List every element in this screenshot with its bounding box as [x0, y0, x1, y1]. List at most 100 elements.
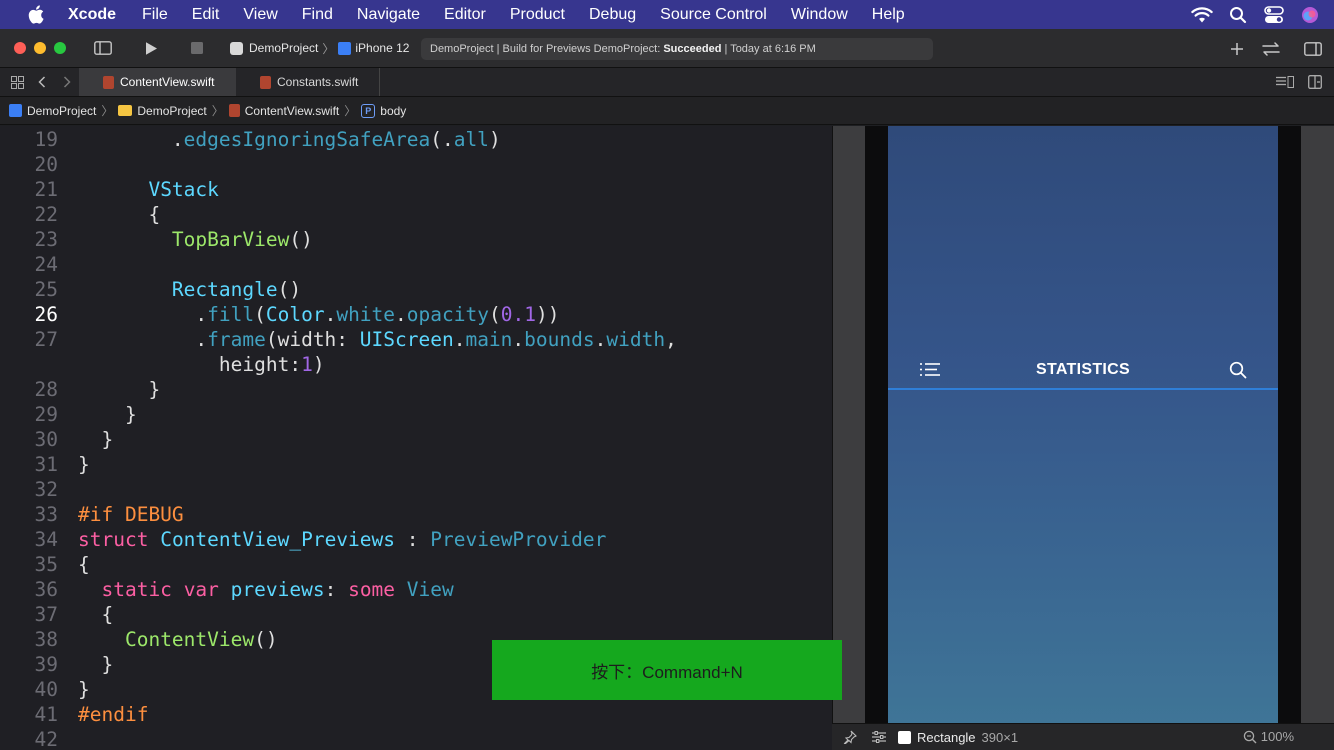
line-number: 19: [34, 128, 58, 151]
menu-debug[interactable]: Debug: [589, 6, 636, 24]
menu-product[interactable]: Product: [510, 6, 565, 24]
code-review-icon[interactable]: [1258, 36, 1284, 62]
code-line[interactable]: 22 {: [0, 202, 832, 227]
close-window-button[interactable]: [14, 42, 26, 54]
code-token: PreviewProvider: [430, 528, 607, 551]
toolbar-right-buttons: [1216, 36, 1326, 62]
code-line[interactable]: 37 {: [0, 602, 832, 627]
selected-rectangle[interactable]: [888, 388, 1278, 390]
code-token: #if DEBUG: [78, 503, 184, 526]
code-line[interactable]: 32: [0, 477, 832, 502]
line-number: 20: [34, 153, 58, 176]
code-text: #endif: [78, 702, 148, 727]
code-line[interactable]: 21 VStack: [0, 177, 832, 202]
code-line[interactable]: 36 static var previews: some View: [0, 577, 832, 602]
line-number: 41: [34, 703, 58, 726]
code-line[interactable]: 35 {: [0, 552, 832, 577]
spotlight-icon[interactable]: [1226, 3, 1250, 27]
code-token: .: [594, 328, 607, 351]
search-icon[interactable]: [1229, 361, 1247, 384]
line-number: 27: [34, 328, 58, 351]
menu-navigate[interactable]: Navigate: [357, 6, 420, 24]
breadcrumb-project[interactable]: DemoProject: [9, 104, 96, 118]
code-token: (width:: [265, 328, 360, 351]
grid-icon[interactable]: [6, 71, 28, 93]
line-number: 39: [34, 653, 58, 676]
breadcrumb-file[interactable]: ContentView.swift: [228, 104, 339, 118]
run-button[interactable]: [138, 35, 164, 61]
back-chevron-icon[interactable]: [31, 71, 53, 93]
menu-lines-icon[interactable]: [919, 362, 941, 382]
menu-edit[interactable]: Edit: [192, 6, 220, 24]
zoom-control[interactable]: 100%: [1243, 729, 1294, 744]
code-line[interactable]: height:1): [0, 352, 832, 377]
code-line[interactable]: 19 .edgesIgnoringSafeArea(.all): [0, 127, 832, 152]
preview-screen[interactable]: STATISTICS: [888, 126, 1278, 723]
code-token: }: [148, 378, 161, 401]
siri-icon[interactable]: [1298, 3, 1322, 27]
line-number: 21: [34, 178, 58, 201]
wifi-icon[interactable]: [1190, 3, 1214, 27]
sliders-icon[interactable]: [868, 726, 890, 748]
menu-find[interactable]: Find: [302, 6, 333, 24]
line-number: 26: [34, 303, 58, 326]
canvas-status-bar: Rectangle 390×1 100%: [832, 723, 1334, 750]
code-token: ,: [665, 328, 677, 351]
minimize-window-button[interactable]: [34, 42, 46, 54]
code-line[interactable]: 33 #if DEBUG: [0, 502, 832, 527]
tab-contentview-swift[interactable]: ContentView.swift: [79, 68, 236, 96]
code-line[interactable]: 42: [0, 727, 832, 750]
code-token: }: [101, 428, 114, 451]
menu-window[interactable]: Window: [791, 6, 848, 24]
code-token: View: [406, 578, 454, 601]
code-token: frame: [207, 328, 266, 351]
menu-view[interactable]: View: [243, 6, 277, 24]
code-line[interactable]: 25 Rectangle(): [0, 277, 832, 302]
menu-editor[interactable]: Editor: [444, 6, 486, 24]
code-text: .fill(Color.white.opacity(0.1)): [78, 302, 559, 327]
code-line[interactable]: 20: [0, 152, 832, 177]
add-library-icon[interactable]: [1224, 36, 1250, 62]
code-line[interactable]: 24: [0, 252, 832, 277]
stop-button[interactable]: [184, 35, 210, 61]
navigator-toggle-icon[interactable]: [90, 35, 116, 61]
code-line[interactable]: 23 TopBarView(): [0, 227, 832, 252]
scheme-selector[interactable]: DemoProject 〉 iPhone 12: [230, 40, 409, 57]
menu-source-control[interactable]: Source Control: [660, 6, 767, 24]
line-number: 30: [34, 428, 58, 451]
breadcrumb-symbol[interactable]: Pbody: [361, 103, 406, 118]
code-token: .: [453, 328, 466, 351]
editor-options-icon[interactable]: [1274, 71, 1296, 93]
code-line[interactable]: 27 .frame(width: UIScreen.main.bounds.wi…: [0, 327, 832, 352]
menu-file[interactable]: File: [142, 6, 168, 24]
code-line[interactable]: 26 .fill(Color.white.opacity(0.1)): [0, 302, 832, 327]
code-line[interactable]: 31}: [0, 452, 832, 477]
menu-app-name[interactable]: Xcode: [68, 6, 116, 24]
inspector-toggle-icon[interactable]: [1300, 36, 1326, 62]
code-line[interactable]: 30 }: [0, 427, 832, 452]
code-line[interactable]: 29 }: [0, 402, 832, 427]
tab-constants-swift[interactable]: Constants.swift: [236, 68, 380, 96]
code-token: {: [78, 553, 90, 576]
code-line[interactable]: 34 struct ContentView_Previews : PreviewP…: [0, 527, 832, 552]
pin-icon[interactable]: [839, 726, 861, 748]
zoom-window-button[interactable]: [54, 42, 66, 54]
add-editor-icon[interactable]: [1304, 71, 1326, 93]
control-center-icon[interactable]: [1262, 3, 1286, 27]
code-token: :: [324, 578, 349, 601]
apple-menu-icon[interactable]: [24, 3, 48, 27]
code-token: some: [348, 578, 396, 601]
code-token: )): [535, 303, 560, 326]
code-token: (): [254, 628, 278, 651]
breadcrumb-group[interactable]: DemoProject: [118, 104, 207, 118]
code-line[interactable]: 28 }: [0, 377, 832, 402]
forward-chevron-icon[interactable]: [56, 71, 78, 93]
code-line[interactable]: 41 #endif: [0, 702, 832, 727]
code-token: .: [324, 303, 337, 326]
menu-help[interactable]: Help: [872, 6, 905, 24]
